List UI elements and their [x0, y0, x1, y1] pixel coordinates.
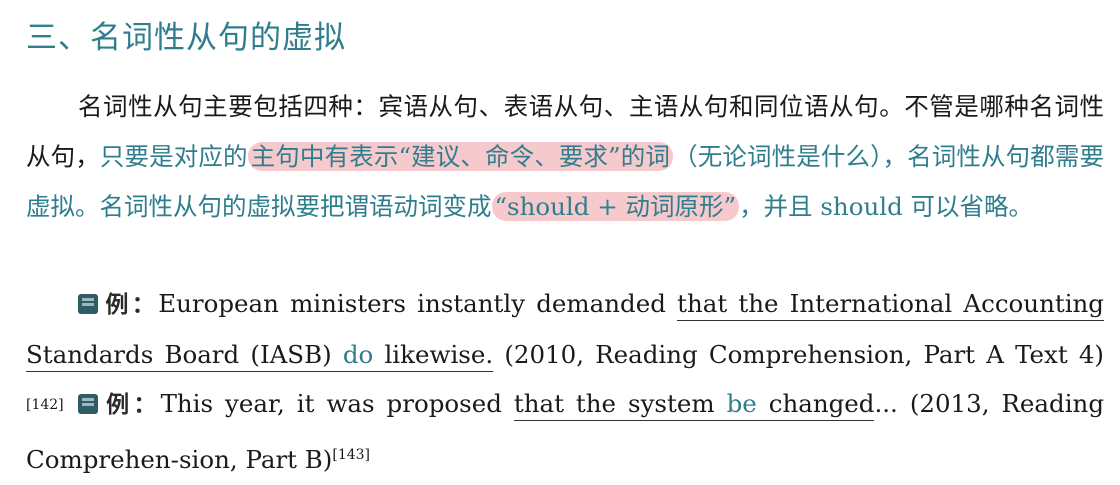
example-text: European ministers instantly demanded — [158, 289, 678, 318]
book-icon — [78, 294, 98, 314]
subjunctive-verb: do — [342, 340, 374, 369]
subjunctive-verb: be — [726, 389, 757, 418]
clause-text: likewise. — [373, 340, 494, 369]
clause-text: changed — [756, 389, 875, 418]
reference-number: [143] — [332, 447, 371, 463]
clause-text: that the system — [513, 389, 727, 418]
teal-text: ，并且 should 可以省略。 — [739, 192, 1034, 221]
example-label: 例： — [102, 292, 159, 318]
document-page: 三、名词性从句的虚拟 名词性从句主要包括四种：宾语从句、表语从句、主语从句和同位… — [0, 0, 1120, 474]
book-icon — [78, 394, 98, 414]
underlined-clause: that the system be changed — [513, 389, 875, 421]
example-source: (2010, Reading Comprehension, Part A Tex… — [493, 340, 1104, 369]
teal-text: 只要是对应的 — [99, 142, 248, 171]
explanation-paragraph: 名词性从句主要包括四种：宾语从句、表语从句、主语从句和同位语从句。不管是哪种名词… — [26, 82, 1104, 232]
section-title: 三、名词性从句的虚拟 — [26, 20, 346, 56]
example-text: This year, it was proposed — [160, 389, 514, 418]
example-label: 例： — [102, 392, 161, 418]
highlighted-phrase: 主句中有表示“建议、命令、要求”的词 — [247, 142, 674, 171]
highlighted-formula: “should + 动词原形” — [491, 192, 740, 221]
example-sentence: 例：This year, it was proposed that the sy… — [26, 379, 1104, 485]
